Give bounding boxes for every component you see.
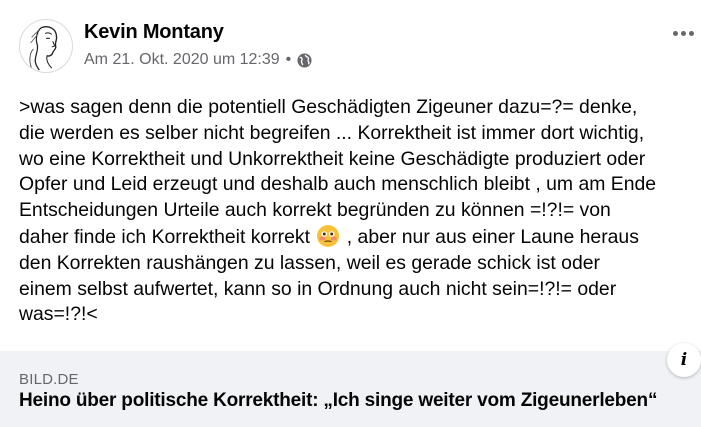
info-icon-label: i bbox=[680, 350, 688, 370]
link-preview-card[interactable] bbox=[0, 351, 701, 427]
info-icon[interactable]: i bbox=[667, 343, 701, 377]
flushed-face-emoji bbox=[316, 224, 340, 248]
post-meta: Am 21. Okt. 2020 um 12:39 • bbox=[84, 51, 312, 69]
post-body: >was sagen denn die potentiell Geschädig… bbox=[19, 95, 699, 328]
author-name[interactable]: Kevin Montany bbox=[84, 21, 224, 44]
post-header: Kevin Montany Am 21. Okt. 2020 um 12:39 … bbox=[0, 0, 701, 90]
globe-icon bbox=[297, 52, 312, 68]
post-timestamp[interactable]: Am 21. Okt. 2020 um 12:39 bbox=[84, 51, 280, 69]
avatar-sketch-portrait bbox=[29, 26, 58, 71]
link-headline[interactable]: Heino über politische Korrektheit: „Ich … bbox=[19, 390, 657, 412]
avatar[interactable] bbox=[19, 19, 73, 73]
more-options-icon[interactable] bbox=[670, 22, 696, 44]
link-source: BILD.DE bbox=[19, 371, 79, 388]
meta-separator: • bbox=[285, 51, 292, 68]
